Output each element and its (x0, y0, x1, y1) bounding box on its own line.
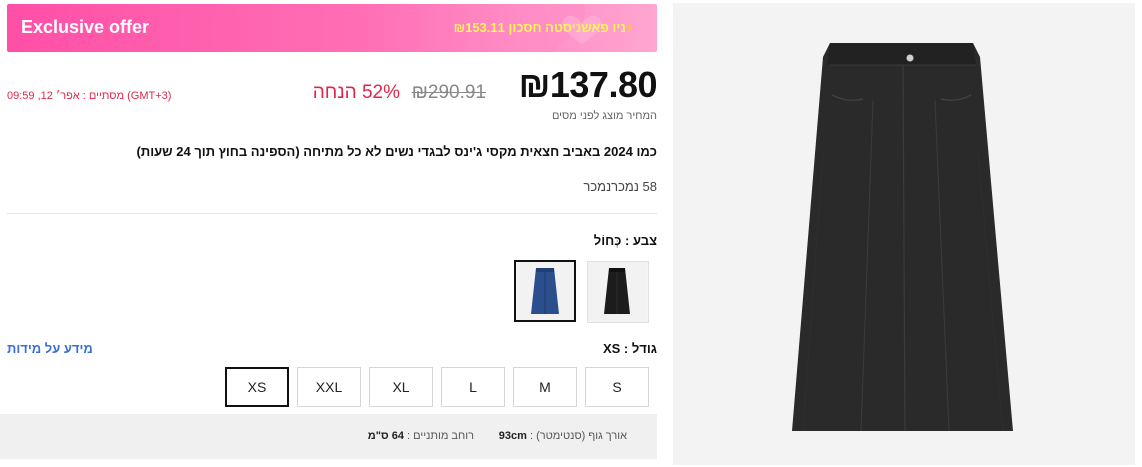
size-option-xs[interactable]: XS (225, 367, 289, 407)
offer-ends-timer: מסתיים : אפר׳ 12, 09:59 (GMT+3) (7, 90, 172, 102)
blue-skirt-thumbnail (516, 262, 574, 320)
size-guide-link[interactable]: מידע על מידות (7, 341, 93, 356)
current-price: ₪137.80 (518, 64, 658, 105)
waist-measurement: רוחב מותניים : 64 ס"מ (368, 430, 474, 442)
measurements-bar: אורך גוף (סנטימטר) : 93cm רוחב מותניים :… (0, 414, 657, 459)
product-image-panel[interactable] (673, 3, 1135, 465)
lightning-icon: ⚡ (625, 20, 635, 35)
waist-value: 64 ס"מ (367, 430, 404, 442)
color-label: צבע : כְּחוֹל (593, 233, 657, 248)
size-option-m[interactable]: M (513, 367, 577, 407)
size-option-xxl[interactable]: XXL (297, 367, 361, 407)
length-label: אורך גוף (סנטימטר) : (529, 430, 627, 442)
tax-note: המחיר מוצג לפני מסים (551, 110, 657, 122)
banner-title: Exclusive offer (21, 17, 150, 37)
sold-count: 58 נמכרנמכר (583, 179, 657, 194)
color-swatch-black[interactable] (587, 261, 649, 323)
size-option-xl[interactable]: XL (369, 367, 433, 407)
size-option-l[interactable]: L (441, 367, 505, 407)
color-swatch-blue[interactable] (514, 260, 576, 322)
price-row: ₪137.80 ₪290.91 52% הנחה מסתיים : אפר׳ 1… (7, 62, 658, 112)
product-skirt-image (673, 3, 1135, 465)
black-skirt-thumbnail (588, 262, 646, 320)
banner-promo: ⚡ניו פאשניסטה חסכון ₪153.11 (454, 20, 635, 36)
divider (7, 213, 657, 214)
banner-promo-text: ניו פאשניסטה חסכון ₪153.11 (453, 20, 626, 35)
product-title: כמו 2024 באביב חצאית מקסי ג'ינס לבגדי נש… (136, 144, 657, 159)
original-price: ₪290.91 (411, 82, 486, 103)
length-value: 93cm (498, 430, 527, 442)
size-option-s[interactable]: S (585, 367, 649, 407)
waist-label: רוחב מותניים : (407, 430, 474, 442)
discount-badge: 52% הנחה (312, 82, 400, 103)
product-info-panel: Exclusive offer ⚡ניו פאשניסטה חסכון ₪153… (0, 0, 665, 467)
length-measurement: אורך גוף (סנטימטר) : 93cm (499, 430, 627, 442)
size-label: גודל : XS (602, 341, 657, 356)
exclusive-offer-banner: Exclusive offer ⚡ניו פאשניסטה חסכון ₪153… (7, 4, 657, 52)
